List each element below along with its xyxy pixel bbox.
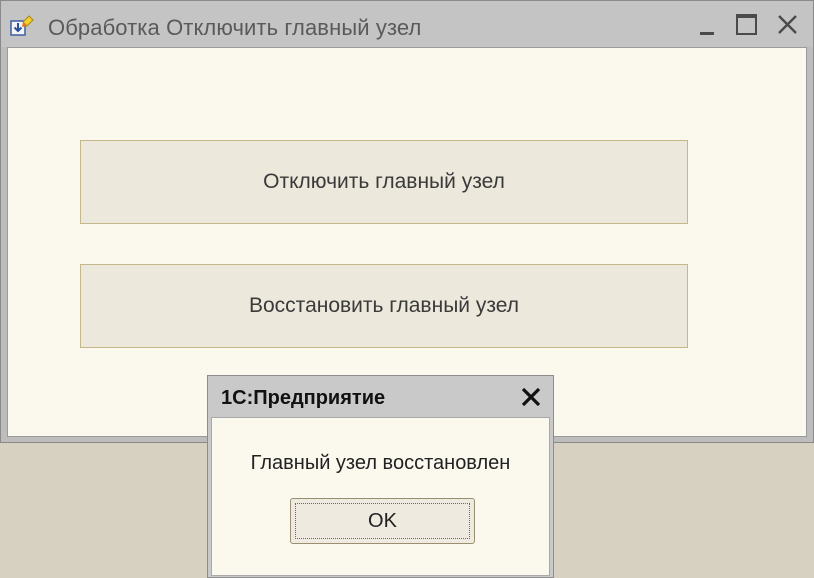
maximize-icon[interactable] (733, 11, 761, 39)
minimize-icon[interactable] (694, 11, 722, 39)
ok-button[interactable]: OK (290, 498, 475, 544)
close-icon[interactable] (774, 11, 802, 39)
dialog-message: Главный узел восстановлен (250, 452, 511, 474)
dialog-title: 1С:Предприятие (221, 387, 386, 409)
message-dialog: 1С:Предприятие Главный узел восстановлен… (207, 375, 554, 578)
close-icon[interactable] (520, 386, 542, 408)
title-bar[interactable]: Обработка Отключить главный узел (1, 1, 813, 47)
disable-main-node-label: Отключить главный узел (263, 170, 505, 193)
dialog-title-bar[interactable]: 1С:Предприятие (208, 376, 553, 417)
dialog-body: Главный узел восстановлен OK (211, 417, 550, 576)
restore-main-node-label: Восстановить главный узел (249, 294, 519, 317)
ok-button-label: OK (295, 503, 470, 539)
disable-main-node-button[interactable]: Отключить главный узел (80, 140, 688, 224)
window-title: Обработка Отключить главный узел (48, 15, 422, 40)
restore-main-node-button[interactable]: Восстановить главный узел (80, 264, 688, 348)
processing-icon (9, 13, 35, 39)
